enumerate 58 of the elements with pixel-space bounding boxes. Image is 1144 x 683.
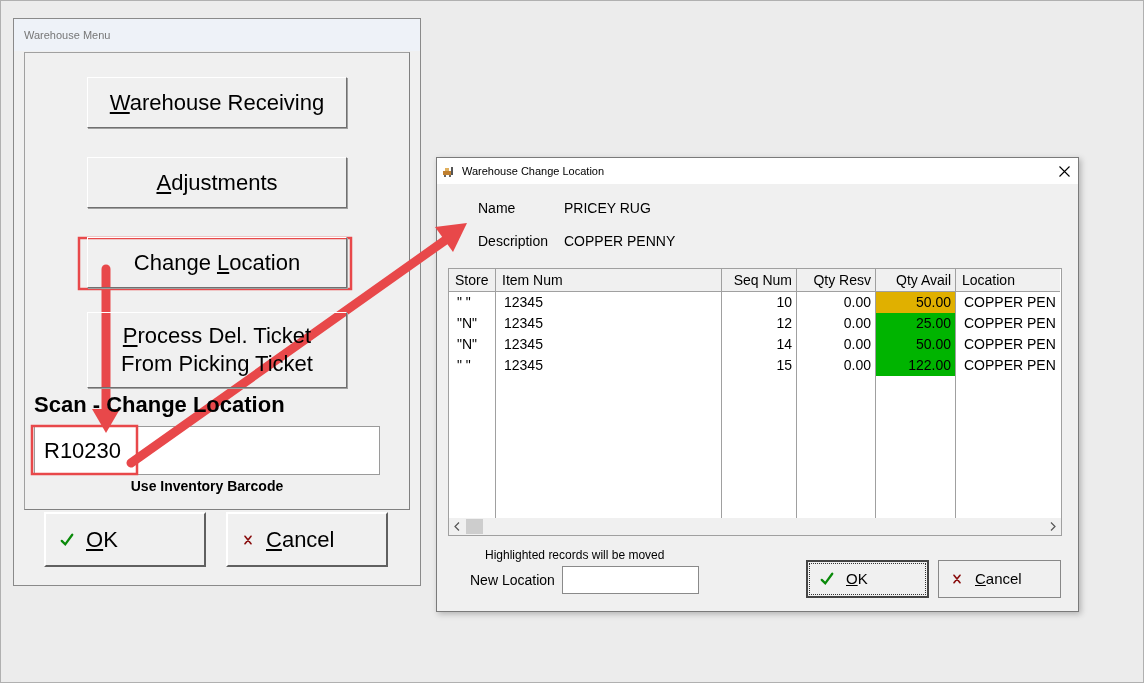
column-header[interactable]: Qty Avail	[876, 269, 955, 292]
ok-button[interactable]: OK	[806, 560, 929, 598]
table-cell-text: COPPER PEN	[963, 293, 1057, 312]
table-cell: 122.00	[876, 355, 955, 376]
dialog-title: Warehouse Change Location	[462, 163, 605, 179]
cancel-button[interactable]: Cancel	[226, 512, 388, 567]
table-cell-text: 12	[775, 314, 793, 333]
table-cell: 50.00	[876, 334, 955, 355]
checkmark-icon	[820, 572, 834, 586]
barcode-hint: Use Inventory Barcode	[129, 477, 285, 496]
table-cell-text: COPPER PEN	[963, 356, 1057, 375]
column-header[interactable]: Store	[449, 269, 495, 292]
table-cell-text: 10	[775, 293, 793, 312]
table-cell: 25.00	[876, 313, 955, 334]
new-location-input-field[interactable]	[561, 566, 699, 594]
table-cell-text: 12345	[503, 335, 544, 354]
column-header[interactable]: Item Num	[496, 269, 721, 292]
menu-button[interactable]: Warehouse Receiving	[87, 77, 347, 128]
checkmark-icon	[60, 532, 74, 547]
table-cell-text: 0.00	[842, 335, 872, 354]
horizontal-scrollbar[interactable]	[449, 518, 1061, 535]
table-cell-text: 0.00	[842, 356, 872, 375]
description-label: Description	[478, 232, 550, 251]
footer-note: Highlighted records will be moved	[484, 547, 666, 564]
menu-button[interactable]: Adjustments	[87, 157, 347, 208]
name-label: Name	[478, 199, 517, 218]
scroll-right-icon[interactable]	[1050, 522, 1056, 531]
cancel-button[interactable]: Cancel	[938, 560, 1061, 598]
close-icon[interactable]	[1059, 165, 1070, 177]
cross-icon	[951, 573, 963, 585]
barcode-input-field[interactable]: R10230	[34, 426, 380, 475]
description-value: COPPER PENNY	[564, 232, 676, 251]
table-cell-text: "N"	[456, 314, 479, 333]
column-header[interactable]: Location	[956, 269, 1060, 292]
table-cell-text: 14	[775, 335, 793, 354]
table-cell-text: 0.00	[842, 314, 872, 333]
cross-icon	[242, 533, 254, 546]
table-cell-text: 12345	[503, 314, 544, 333]
column-header[interactable]: Qty Resv	[797, 269, 875, 292]
table-cell-text: COPPER PEN	[963, 314, 1057, 333]
table-cell-text: 0.00	[842, 293, 872, 312]
column-header[interactable]: Seq Num	[722, 269, 796, 292]
table-cell-text: " "	[456, 356, 472, 375]
forklift-icon	[443, 165, 456, 177]
table-cell-text: 15	[775, 356, 793, 375]
table-cell-text: COPPER PEN	[963, 335, 1057, 354]
ok-button[interactable]: OK	[44, 512, 206, 567]
name-value: PRICEY RUG	[564, 199, 652, 218]
scroll-thumb[interactable]	[466, 519, 483, 534]
new-location-label: New Location	[470, 570, 555, 590]
table-cell-text: 12345	[503, 293, 544, 312]
table-cell: 50.00	[876, 292, 955, 313]
table-cell-text: " "	[456, 293, 472, 312]
table-cell-text: "N"	[456, 335, 479, 354]
menu-button[interactable]: Change Location	[87, 237, 347, 288]
scroll-left-icon[interactable]	[454, 522, 460, 531]
table-cell-text: 12345	[503, 356, 544, 375]
window-title: Warehouse Menu	[24, 27, 111, 43]
